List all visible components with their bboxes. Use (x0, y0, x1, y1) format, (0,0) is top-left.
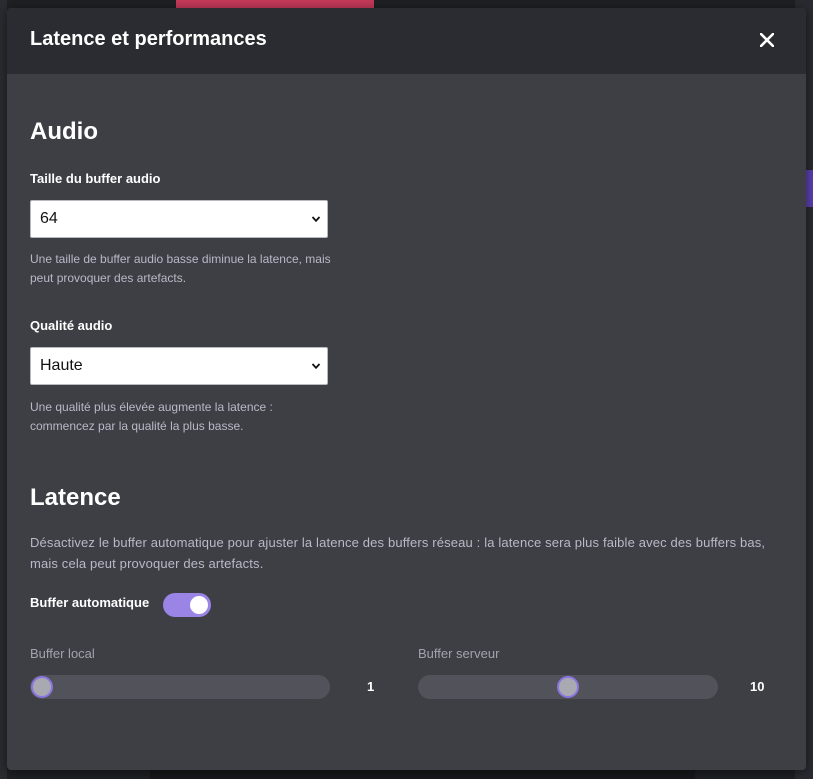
server-buffer-slider-handle[interactable] (557, 676, 579, 698)
local-buffer-label: Buffer local (30, 646, 95, 661)
audio-quality-label: Qualité audio (30, 318, 113, 333)
background-banner (176, 0, 374, 8)
toggle-knob (190, 596, 208, 614)
buffer-size-help: Une taille de buffer audio basse diminue… (30, 252, 331, 285)
local-buffer-slider-handle[interactable] (31, 676, 53, 698)
background-app-bottom (150, 770, 695, 779)
auto-buffer-toggle[interactable] (163, 593, 211, 617)
server-buffer-value: 10 (750, 679, 765, 694)
close-button[interactable] (755, 28, 779, 52)
auto-buffer-label: Buffer automatique (30, 595, 150, 610)
latency-performance-dialog: Latence et performances Audio Taille du … (7, 8, 806, 770)
latency-description: Désactivez le buffer automatique pour aj… (30, 535, 766, 571)
local-buffer-value: 1 (367, 679, 375, 694)
background-app-left (0, 0, 7, 779)
close-icon (760, 33, 774, 47)
buffer-size-select[interactable]: 64 (30, 200, 328, 238)
buffer-size-label: Taille du buffer audio (30, 171, 161, 186)
audio-quality-value: Haute (40, 357, 83, 374)
audio-section-heading: Audio (30, 118, 98, 145)
audio-quality-select[interactable]: Haute (30, 347, 328, 385)
buffer-size-value: 64 (40, 210, 58, 227)
dialog-title: Latence et performances (30, 28, 267, 50)
chevron-down-icon (311, 363, 321, 370)
local-buffer-slider[interactable] (30, 675, 330, 699)
server-buffer-label: Buffer serveur (418, 646, 500, 661)
chevron-down-icon (311, 216, 321, 223)
background-accent-strip (805, 170, 813, 207)
server-buffer-slider[interactable] (418, 675, 718, 699)
audio-quality-help: Une qualité plus élevée augmente la late… (30, 400, 273, 433)
latency-section-heading: Latence (30, 484, 121, 511)
dialog-header: Latence et performances (7, 8, 806, 74)
